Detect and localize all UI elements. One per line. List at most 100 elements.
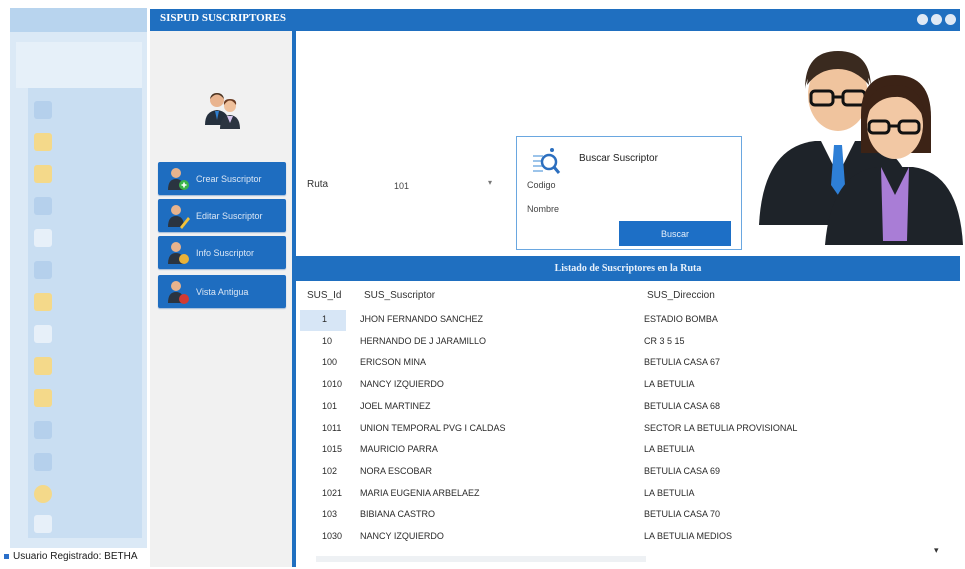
cell-id: 1011: [322, 422, 342, 433]
table-row[interactable]: 1011 UNION TEMPORAL PVG I CALDAS SECTOR LA…: [300, 419, 960, 440]
cell-id: 102: [322, 465, 338, 476]
cell-id: 100: [322, 357, 338, 368]
sidebar-item-11[interactable]: [34, 418, 138, 442]
table-row[interactable]: 101 JOEL MARTINEZ BETULIA CASA 68: [300, 397, 960, 418]
old-view-button[interactable]: Vista Antigua: [158, 275, 286, 308]
users-icon: [34, 357, 52, 375]
pane-divider: [292, 31, 296, 567]
code-field-label: Codigo: [527, 180, 556, 190]
cell-id: 1010: [322, 379, 343, 390]
cell-address: BETULIA CASA 69: [644, 465, 721, 476]
cell-id: 103: [322, 509, 338, 520]
sidebar-item-3[interactable]: [34, 162, 138, 186]
cell-address: LA BETULIA: [644, 487, 695, 498]
menu-button-label: Crear Suscriptor: [196, 173, 262, 184]
exit-icon: [34, 515, 52, 533]
cell-id: 1030: [322, 531, 343, 541]
menu-button-label: Vista Antigua: [196, 286, 249, 297]
sidebar-item-4[interactable]: [34, 194, 138, 218]
maximize-icon[interactable]: [931, 14, 942, 25]
sidebar-item-14[interactable]: [34, 512, 138, 536]
cell-subscriber: MAURICIO PARRA: [360, 444, 438, 455]
sidebar-item-5[interactable]: [34, 226, 138, 250]
sidebar-item-6[interactable]: [34, 258, 138, 282]
folder-icon: [34, 389, 52, 407]
cell-subscriber: NORA ESCOBAR: [360, 465, 433, 476]
chart-icon: [34, 453, 52, 471]
minimize-icon[interactable]: [917, 14, 928, 25]
scroll-down-icon[interactable]: ▾: [934, 545, 939, 556]
menu-button-label: Editar Suscriptor: [196, 210, 263, 221]
pin-icon: [34, 421, 52, 439]
settings-icon: [34, 485, 52, 503]
chevron-down-icon[interactable]: ▾: [488, 178, 492, 187]
cell-id: 1021: [322, 487, 343, 498]
table-row[interactable]: 1015 MAURICIO PARRA LA BETULIA: [300, 440, 960, 461]
sidebar-item-10[interactable]: [34, 386, 138, 410]
user-old-view-icon: [168, 280, 189, 304]
cell-id: 1: [322, 314, 328, 324]
sidebar-item-7[interactable]: [34, 290, 138, 314]
cell-id: 10: [322, 335, 333, 346]
cell-id: 101: [322, 400, 338, 411]
search-button[interactable]: Buscar: [619, 221, 731, 246]
table-row[interactable]: 1030 NANCY IZQUIERDO LA BETULIA MEDIOS: [300, 527, 960, 548]
status-bar: Usuario Registrado: BETHA: [4, 551, 150, 562]
sidebar-header: [10, 8, 147, 32]
cell-subscriber: NANCY IZQUIERDO: [360, 379, 444, 390]
cell-address: LA BETULIA: [644, 379, 695, 390]
cell-subscriber: BIBIANA CASTRO: [360, 509, 436, 520]
search-panel: Buscar Suscriptor Codigo Nombre Buscar: [516, 136, 742, 250]
name-field-label: Nombre: [527, 204, 560, 214]
search-title: Buscar Suscriptor: [579, 153, 658, 164]
table-row[interactable]: 1021 MARIA EUGENIA ARBELAEZ LA BETULIA: [300, 484, 960, 505]
sidebar-item-12[interactable]: [34, 450, 138, 474]
cell-address: BETULIA CASA 70: [644, 509, 721, 520]
subscribers-list-title: Listado de Suscriptores en la Ruta: [296, 256, 960, 281]
column-header-id[interactable]: SUS_Id: [307, 290, 341, 301]
sidebar-band: [16, 42, 142, 88]
cell-address: BETULIA CASA 67: [644, 357, 721, 368]
edit-subscriber-button[interactable]: Editar Suscriptor: [158, 199, 286, 232]
table-row-partial: [316, 556, 646, 562]
scissors-icon: [34, 197, 52, 215]
sidebar-item-1[interactable]: [34, 98, 138, 122]
info-subscriber-button[interactable]: Info Suscriptor: [158, 236, 286, 269]
pencil-icon: [34, 165, 52, 183]
cell-subscriber: NANCY IZQUIERDO: [360, 531, 444, 541]
table-row[interactable]: 102 NORA ESCOBAR BETULIA CASA 69: [300, 462, 960, 483]
close-icon[interactable]: [945, 14, 956, 25]
window-titlebar: SISPUD SUSCRIPTORES: [150, 9, 960, 31]
sidebar-item-icon: [34, 101, 52, 119]
table-row[interactable]: 1010 NANCY IZQUIERDO LA BETULIA: [300, 375, 960, 396]
cell-subscriber: HERNANDO DE J JARAMILLO: [360, 335, 487, 346]
pencil-icon: [34, 133, 52, 151]
user-edit-icon: [168, 204, 190, 229]
subscribers-avatar-icon: [759, 51, 963, 245]
table-row[interactable]: 103 BIBIANA CASTRO BETULIA CASA 70: [300, 505, 960, 526]
table-row[interactable]: 100 ERICSON MINA BETULIA CASA 67: [300, 353, 960, 374]
route-label: Ruta: [307, 179, 329, 190]
table-row[interactable]: 1 JHON FERNANDO SANCHEZ ESTADIO BOMBA: [300, 310, 960, 331]
sidebar-item-2[interactable]: [34, 130, 138, 154]
table-row[interactable]: 10 HERNANDO DE J JARAMILLO CR 3 5 15: [300, 332, 960, 353]
user-add-icon: [168, 167, 189, 190]
cell-address: LA BETULIA MEDIOS: [644, 531, 733, 541]
app-sidebar: [10, 8, 147, 548]
search-icon: [533, 148, 561, 174]
sidebar-item-8[interactable]: [34, 322, 138, 346]
route-select[interactable]: 101: [394, 181, 409, 191]
gauge-icon: [34, 261, 52, 279]
sidebar-item-9[interactable]: [34, 354, 138, 378]
user-icon: [34, 325, 52, 343]
cell-address: SECTOR LA BETULIA PROVISIONAL: [644, 422, 798, 433]
cell-subscriber: MARIA EUGENIA ARBELAEZ: [360, 487, 480, 498]
status-dot-icon: [4, 553, 9, 559]
cell-id: 1015: [322, 444, 343, 455]
column-header-address[interactable]: SUS_Direccion: [647, 290, 715, 301]
star-icon: [34, 293, 52, 311]
subscribers-logo-icon: [205, 93, 240, 129]
column-header-subscriber[interactable]: SUS_Suscriptor: [364, 290, 435, 301]
create-subscriber-button[interactable]: Crear Suscriptor: [158, 162, 286, 195]
sidebar-item-13[interactable]: [34, 482, 138, 506]
